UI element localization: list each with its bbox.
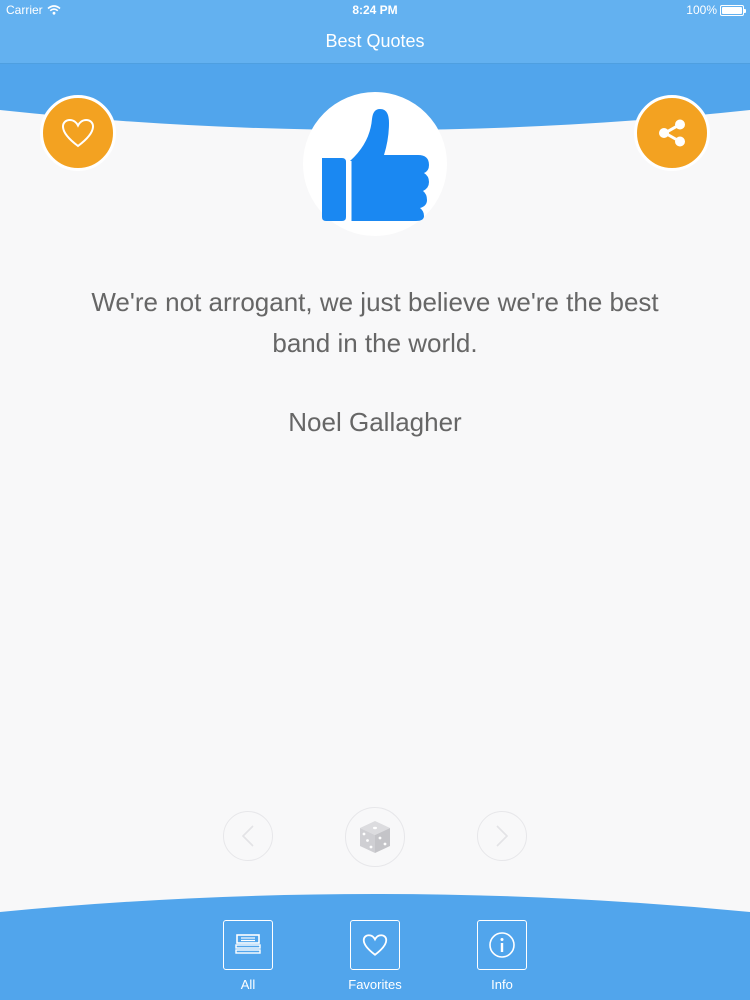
- page-title: Best Quotes: [325, 31, 425, 51]
- tab-favorites-label: Favorites: [348, 977, 402, 992]
- battery-percent: 100%: [686, 3, 717, 17]
- tab-favorites-icon-box: [350, 920, 400, 970]
- tab-info[interactable]: Info: [452, 920, 552, 992]
- quote-text: We're not arrogant, we just believe we'r…: [91, 287, 659, 358]
- dice-icon: [360, 821, 390, 853]
- info-icon: [489, 932, 515, 958]
- app-logo: [303, 92, 447, 236]
- tab-all-icon-box: [223, 920, 273, 970]
- tab-favorites[interactable]: Favorites: [325, 920, 425, 992]
- battery-icon: [720, 4, 746, 16]
- heart-icon: [61, 118, 95, 148]
- tab-all-label: All: [240, 977, 256, 992]
- tab-info-icon-box: [477, 920, 527, 970]
- stack-icon: [235, 934, 261, 954]
- tab-all[interactable]: All: [198, 920, 298, 992]
- navigation-bar: Best Quotes: [0, 20, 750, 64]
- share-icon: [659, 119, 685, 147]
- quote-author: Noel Gallagher: [288, 407, 462, 437]
- status-bar: Carrier 8:24 PM 100%: [0, 0, 750, 20]
- chevron-right-icon: [496, 825, 509, 847]
- favorite-button[interactable]: [40, 95, 116, 171]
- clock: 8:24 PM: [352, 3, 398, 17]
- thumbs-up-icon: [322, 109, 429, 221]
- chevron-left-icon: [241, 825, 254, 847]
- heart-icon: [362, 934, 388, 956]
- share-button[interactable]: [634, 95, 710, 171]
- random-quote-button[interactable]: [345, 807, 405, 867]
- next-quote-button[interactable]: [477, 811, 527, 861]
- previous-quote-button[interactable]: [223, 811, 273, 861]
- tab-info-label: Info: [491, 977, 513, 992]
- battery-status: 100%: [686, 3, 746, 17]
